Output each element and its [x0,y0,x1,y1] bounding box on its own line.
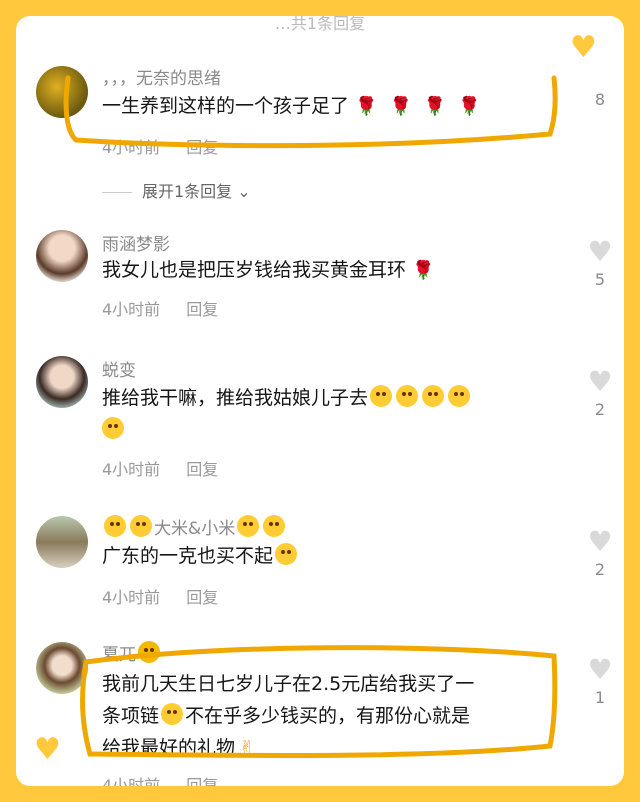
avatar[interactable] [36,356,88,408]
comment-author-label: 夏兀 [102,645,136,665]
comment-time: 4小时前 [102,776,161,786]
cat-emoji-icon [263,515,286,537]
like-button[interactable]: ♥ 5 [584,235,616,290]
comment-text: 我前几天生日七岁儿子在2.5元店给我买了一 [102,668,474,700]
laughing-crying-emoji-icon [102,417,124,439]
avatar[interactable] [36,230,88,282]
comment-text-content: 我女儿也是把压岁钱给我买黄金耳环 [102,259,407,281]
like-count: 1 [594,688,606,707]
comment-author[interactable]: 夏兀 [102,640,162,665]
reply-button[interactable]: 回复 [186,460,218,479]
avatar[interactable] [36,642,88,694]
comment-meta: 4小时前 回复 [102,772,218,786]
laughing-crying-emoji-icon [275,543,298,565]
reply-button[interactable]: 回复 [186,300,218,319]
comment-text: 一生养到这样的一个孩子足了 🌹 🌹 🌹 🌹 [102,90,487,123]
heart-icon: ♥ [587,653,613,686]
top-partial-text: …共1条回复 [274,16,366,33]
like-count: 8 [594,90,606,109]
comment-meta: 4小时前 回复 [102,134,218,158]
laughing-crying-emoji-icon [161,703,184,725]
comment-text-content: 给我最好的礼物 [102,737,236,759]
comment-meta: 4小时前 回复 [102,296,218,320]
comment-text-content: 不在乎多少钱买的，有那份心就是 [185,705,471,727]
face-emoji-icon [130,515,152,537]
comment-text: 广东的一克也买不起 [102,540,299,572]
rose-icon: 🌹 [423,96,447,117]
comment-author[interactable]: 雨涵梦影 [102,230,170,255]
sunflower-icon [138,641,160,663]
heart-icon: ♥ [34,732,61,767]
comment-time: 4小时前 [102,460,161,479]
laughing-crying-emoji-icon [396,385,419,407]
reply-button[interactable]: 回复 [186,138,218,157]
like-button[interactable]: ♥ 2 [584,365,616,420]
rose-icon: 🌹 [355,96,378,117]
reply-button[interactable]: 回复 [186,776,218,786]
comment-meta: 4小时前 回复 [102,456,218,480]
finger-heart-icon: ✌ [239,737,255,759]
heart-icon: ♥ [587,525,613,558]
like-button[interactable]: ♥ 2 [584,525,616,580]
expand-replies-label: 展开1条回复 [142,182,233,201]
comment-text-line3: 给我最好的礼物 ✌ [102,732,255,764]
like-count: 2 [594,400,606,419]
heart-eyes-emoji-icon [104,515,126,537]
rose-icon: 🌹 [458,96,481,117]
comment-text-content: 我前几天生日七岁儿子在2.5元店给我买了一 [102,673,475,695]
comment-text-content: 条项链 [102,705,160,727]
rose-icon: 🌹 [389,96,412,117]
like-button[interactable]: ♥ 1 [584,653,616,708]
comment-author-label: 大米&小米 [154,519,236,539]
avatar[interactable] [36,66,88,118]
like-count: 5 [594,270,606,289]
expand-replies-button[interactable]: 展开1条回复 ⌄ [102,178,251,202]
comment-text: 我女儿也是把压岁钱给我买黄金耳环 🌹 [102,254,440,287]
comment-author[interactable]: 大米&小米 [102,514,287,539]
comment-text-content: 推给我干嘛，推给我姑娘儿子去 [102,387,369,409]
comment-time: 4小时前 [102,588,161,607]
reply-button[interactable]: 回复 [186,588,218,607]
comment-time: 4小时前 [102,138,161,157]
comment-text: 推给我干嘛，推给我姑娘儿子去 [102,382,472,414]
heart-icon: ♥ [587,365,613,398]
comment-author[interactable]: 蜕变 [102,356,136,381]
heart-icon: ♥ [570,30,597,65]
laughing-crying-emoji-icon [370,385,393,407]
comment-text-content: 广东的一克也买不起 [102,545,274,567]
comment-author[interactable]: ，，，无奈的思绪 [102,64,221,89]
divider [102,192,132,193]
comment-text-line2 [102,414,126,446]
comment-time: 4小时前 [102,300,161,319]
chevron-down-icon: ⌄ [232,182,251,201]
heart-icon: ♥ [587,235,613,268]
comment-meta: 4小时前 回复 [102,584,218,608]
rose-icon: 🌹 [412,260,435,281]
laughing-crying-emoji-icon [448,385,471,407]
comment-text-line2: 条项链 不在乎多少钱买的，有那份心就是 [102,700,470,732]
girl-emoji-icon [237,515,260,537]
like-button[interactable]: 8 [584,86,616,109]
avatar[interactable] [36,516,88,568]
comment-panel: …共1条回复 ，，，无奈的思绪 一生养到这样的一个孩子足了 🌹 🌹 🌹 🌹 4小时前 回复… [16,16,624,786]
comment-text-content: 一生养到这样的一个孩子足了 [102,95,350,117]
like-count: 2 [594,560,606,579]
laughing-crying-emoji-icon [422,385,445,407]
